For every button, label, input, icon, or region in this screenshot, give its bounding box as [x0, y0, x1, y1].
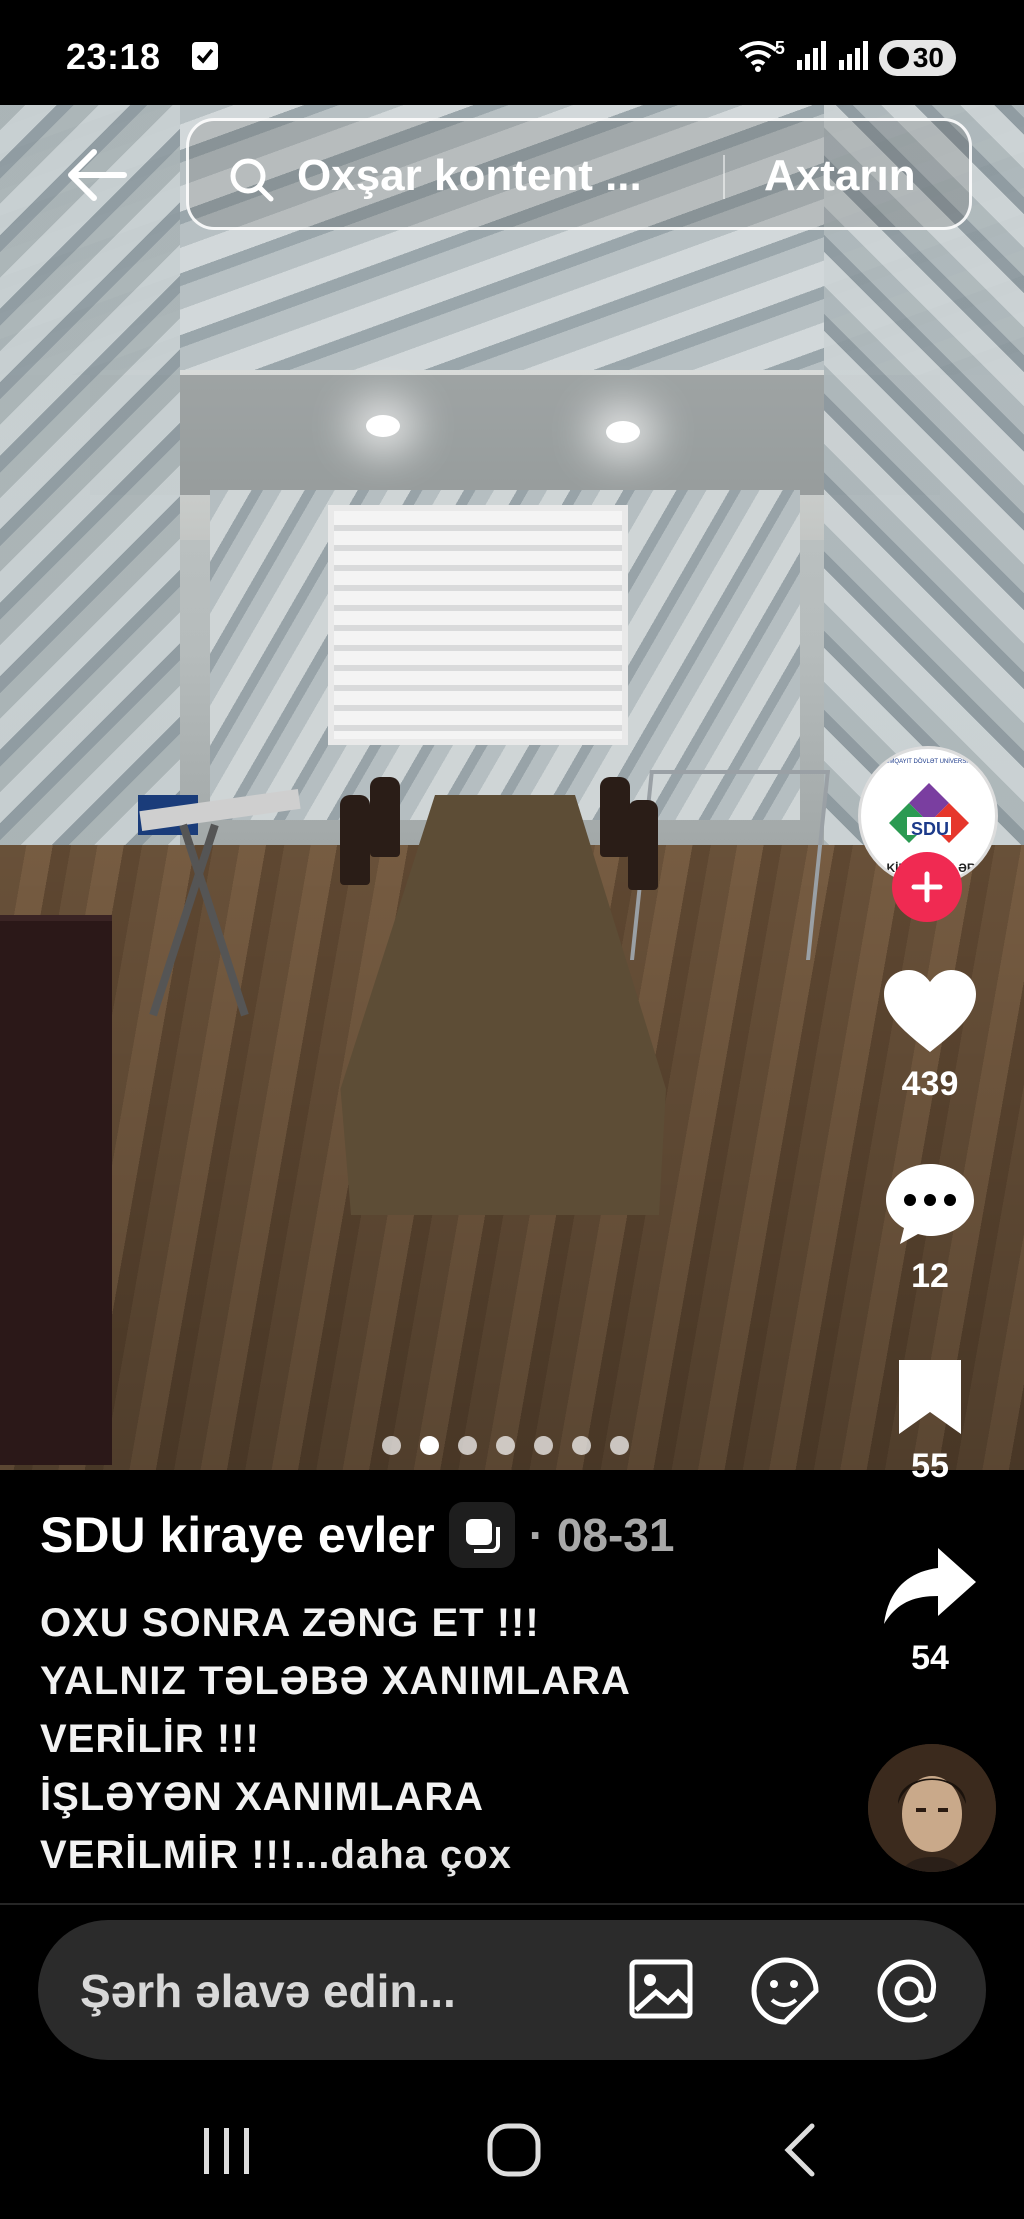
caption-line: İŞLƏYƏN XANIMLARA [40, 1775, 484, 1819]
ceiling-lamp [366, 415, 400, 437]
bookmark-count: 55 [911, 1447, 949, 1485]
bookmark-button[interactable]: 55 [880, 1356, 980, 1486]
share-arrow-icon [884, 1548, 976, 1624]
post-author-row: SDU kiraye evler · 08-31 [40, 1502, 674, 1568]
status-icons: 5 30 [737, 38, 956, 77]
mention-icon[interactable] [874, 1956, 944, 2031]
search-divider [723, 155, 725, 199]
status-time: 23:18 [66, 36, 161, 77]
chair [600, 777, 630, 857]
carousel-dot [382, 1436, 401, 1455]
date-separator: · [528, 1509, 545, 1561]
author-name[interactable]: SDU kiraye evler [40, 1506, 435, 1564]
arch-beam [90, 375, 940, 495]
dark-cabinet [0, 915, 112, 1465]
search-input[interactable]: Oxşar kontent ... [297, 151, 642, 201]
comment-count: 12 [911, 1257, 949, 1295]
search-bar[interactable]: Oxşar kontent ... Axtarın [186, 118, 972, 230]
comment-placeholder: Şərh əlavə edin... [80, 1965, 456, 2017]
comment-button[interactable]: 12 [880, 1160, 980, 1296]
carousel-dot [534, 1436, 553, 1455]
battery-level: 30 [912, 41, 944, 73]
plus-icon [911, 871, 943, 903]
clothes-dryer [630, 770, 830, 960]
follow-button[interactable] [892, 852, 962, 922]
caption-line: VERİLİR !!! [40, 1717, 260, 1761]
heart-icon [884, 970, 976, 1052]
back-button[interactable] [62, 140, 132, 210]
back-nav-button[interactable] [780, 2120, 820, 2185]
carousel-dot [458, 1436, 477, 1455]
caption-line-last: VERİLMİR !!!...daha çox [40, 1826, 840, 1884]
carousel-dot [610, 1436, 629, 1455]
search-button[interactable]: Axtarın [764, 151, 916, 201]
photo-mode-badge [448, 1502, 515, 1568]
battery-saver-icon [886, 46, 909, 69]
comment-bubble-icon [886, 1164, 974, 1244]
carousel-indicator [382, 1436, 629, 1455]
emoji-sticker-icon[interactable] [750, 1956, 820, 2031]
wifi-icon [737, 38, 779, 77]
notification-check-icon [192, 42, 218, 70]
avatar-logo-text: SDU [911, 819, 950, 839]
like-count: 439 [901, 1065, 959, 1103]
music-disc-avatar[interactable] [868, 1744, 996, 1872]
caption-line: YALNIZ TƏLƏBƏ XANIMLARA [40, 1659, 631, 1703]
portrait-icon [868, 1744, 996, 1872]
comment-input[interactable]: Şərh əlavə edin... [38, 1920, 986, 2060]
wifi-badge: 5 [774, 38, 785, 58]
image-attach-icon[interactable] [628, 1956, 694, 2027]
recent-apps-button[interactable] [200, 2120, 254, 2185]
system-nav-bar [0, 2090, 1024, 2219]
post-date-value: 08-31 [556, 1509, 675, 1561]
caption-last-text: VERİLMİR !!! [40, 1833, 295, 1877]
signal-icon-2 [837, 40, 869, 75]
carousel-dot [572, 1436, 591, 1455]
carousel-dot [496, 1436, 515, 1455]
share-button[interactable]: 54 [880, 1544, 980, 1678]
home-button[interactable] [484, 2120, 544, 2185]
battery-indicator: 30 [878, 39, 956, 76]
see-more-link[interactable]: ...daha çox [294, 1833, 512, 1877]
chair [370, 777, 400, 857]
chair [340, 795, 370, 885]
search-icon [227, 155, 277, 210]
carousel-dot-active [420, 1436, 439, 1455]
post-date: · 08-31 [529, 1508, 675, 1562]
chair [628, 800, 658, 890]
bookmark-icon [899, 1360, 961, 1434]
photo-stack-icon [465, 1519, 500, 1553]
like-button[interactable]: 439 [880, 968, 980, 1104]
divider [0, 1903, 1024, 1905]
status-bar: 23:18 5 30 [0, 0, 1024, 110]
signal-icon [795, 40, 827, 75]
share-count: 54 [911, 1639, 949, 1677]
caption-line: OXU SONRA ZƏNG ET !!! [40, 1601, 540, 1645]
ceiling-lamp [606, 421, 640, 443]
back-arrow-icon [68, 149, 127, 201]
window-blinds [328, 505, 628, 745]
avatar-logo-top-text: SUMQAYIT DÖVLƏT UNİVERSİTETİ [881, 759, 981, 765]
post-caption[interactable]: OXU SONRA ZƏNG ET !!! YALNIZ TƏLƏBƏ XANI… [40, 1594, 840, 1884]
